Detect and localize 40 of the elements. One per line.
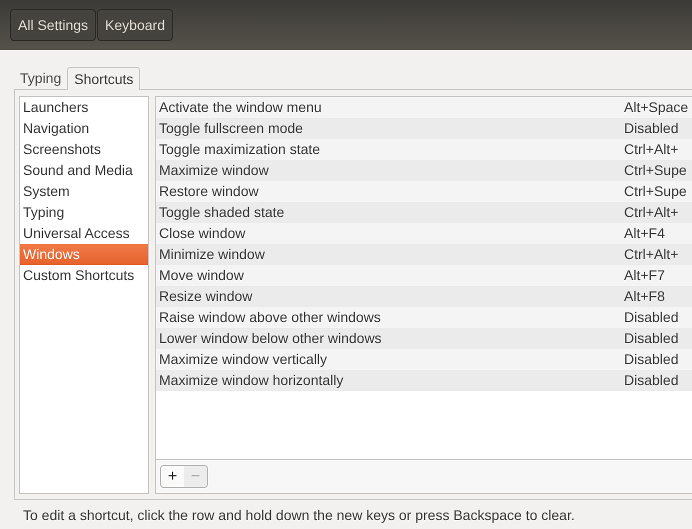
shortcut-action[interactable]: Move window xyxy=(156,265,624,286)
shortcut-keys[interactable]: Disabled xyxy=(624,328,678,349)
shortcut-keys[interactable]: Alt+F7 xyxy=(624,265,665,286)
shortcut-keys[interactable]: Alt+F8 xyxy=(624,286,665,307)
shortcut-action[interactable]: Maximize window vertically xyxy=(156,349,624,370)
shortcut-keys[interactable]: Disabled xyxy=(624,307,678,328)
shortcut-action[interactable]: Restore window xyxy=(156,181,624,202)
shortcut-action[interactable]: Raise window above other windows xyxy=(156,307,624,328)
category-item[interactable]: Typing xyxy=(20,202,148,223)
header-button[interactable]: Keyboard xyxy=(97,9,173,41)
shortcut-action[interactable]: Toggle maximization state xyxy=(156,139,624,160)
shortcut-keys[interactable]: Ctrl+Supe xyxy=(624,181,687,202)
category-item[interactable]: Sound and Media xyxy=(20,160,148,181)
hint-text: To edit a shortcut, click the row and hold down the new keys or press Backspace to clear. xyxy=(22,506,576,525)
shortcut-action[interactable]: Maximize window horizontally xyxy=(156,370,624,391)
shortcut-keys[interactable]: Alt+F4 xyxy=(624,223,665,244)
category-item[interactable]: Universal Access xyxy=(20,223,148,244)
shortcut-action[interactable]: Maximize window xyxy=(156,160,624,181)
category-item[interactable]: Launchers xyxy=(20,97,148,118)
shortcut-action[interactable]: Activate the window menu xyxy=(156,97,624,118)
shortcut-keys[interactable]: Ctrl+Alt+ xyxy=(624,139,678,160)
shortcut-keys[interactable]: Ctrl+Alt+ xyxy=(624,202,678,223)
category-item[interactable]: Custom Shortcuts xyxy=(20,265,148,286)
shortcut-keys[interactable]: Disabled xyxy=(624,118,678,139)
tab[interactable]: Shortcuts xyxy=(67,67,140,90)
shortcut-action[interactable]: Lower window below other windows xyxy=(156,328,624,349)
shortcut-keys[interactable]: Disabled xyxy=(624,349,678,370)
shortcut-keys[interactable]: Ctrl+Alt+ xyxy=(624,244,678,265)
shortcut-action[interactable]: Close window xyxy=(156,223,624,244)
shortcut-keys[interactable]: Ctrl+Supe xyxy=(624,160,687,181)
shortcut-action[interactable]: Toggle shaded state xyxy=(156,202,624,223)
shortcut-action[interactable]: Toggle fullscreen mode xyxy=(156,118,624,139)
shortcut-action[interactable]: Resize window xyxy=(156,286,624,307)
category-item[interactable]: Screenshots xyxy=(20,139,148,160)
category-item[interactable]: Navigation xyxy=(20,118,148,139)
shortcut-keys[interactable]: Disabled xyxy=(624,370,678,391)
category-item[interactable]: System xyxy=(20,181,148,202)
shortcut-keys[interactable]: Alt+Space xyxy=(624,97,688,118)
header-button[interactable]: All Settings xyxy=(10,9,96,41)
shortcut-action[interactable]: Minimize window xyxy=(156,244,624,265)
